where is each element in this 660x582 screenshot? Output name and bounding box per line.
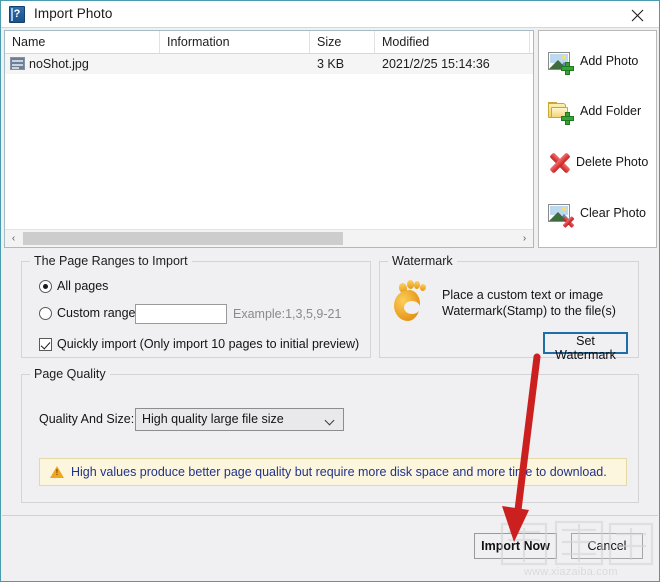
cell-modified: 2021/2/25 15:14:36 bbox=[382, 57, 490, 71]
clear-photo-label: Clear Photo bbox=[580, 206, 647, 220]
quickly-import-label[interactable]: Quickly import (Only import 10 pages to … bbox=[57, 337, 359, 351]
footer-bar: Import Now Cancel bbox=[2, 515, 658, 581]
chevron-down-icon bbox=[326, 417, 334, 422]
custom-range-radio[interactable] bbox=[39, 307, 52, 320]
footprint-icon bbox=[392, 279, 434, 323]
add-folder-button[interactable]: Add Folder bbox=[539, 93, 658, 133]
import-now-button[interactable]: Import Now bbox=[474, 533, 557, 559]
quality-notice-text: High values produce better page quality … bbox=[71, 465, 607, 479]
window-title: Import Photo bbox=[34, 6, 113, 21]
custom-range-label[interactable]: Custom range: bbox=[57, 306, 139, 320]
quality-size-select[interactable]: High quality large file size bbox=[135, 408, 344, 431]
page-quality-legend: Page Quality bbox=[30, 367, 110, 381]
add-photo-icon bbox=[548, 49, 574, 75]
scrollbar-thumb[interactable] bbox=[23, 232, 343, 245]
page-ranges-group: The Page Ranges to Import All pages Cust… bbox=[21, 254, 371, 358]
custom-range-example: Example:1,3,5,9-21 bbox=[233, 307, 342, 321]
all-pages-radio[interactable] bbox=[39, 280, 52, 293]
watermark-group: Watermark Place a custom text or image W… bbox=[379, 254, 639, 362]
custom-range-input[interactable] bbox=[135, 304, 227, 324]
column-header-name[interactable]: Name bbox=[5, 31, 160, 53]
clear-photo-button[interactable]: Clear Photo bbox=[539, 195, 658, 235]
scroll-left-arrow-icon[interactable]: ‹ bbox=[5, 230, 22, 247]
cell-information bbox=[160, 54, 310, 74]
column-header-modified[interactable]: Modified bbox=[375, 31, 530, 53]
quality-size-label: Quality And Size: bbox=[39, 412, 135, 426]
cancel-button[interactable]: Cancel bbox=[571, 533, 643, 559]
add-photo-button[interactable]: Add Photo bbox=[539, 43, 658, 83]
cell-size: 3 KB bbox=[317, 57, 345, 71]
table-row[interactable]: noShot.jpg 3 KB 2021/2/25 15:14:36 bbox=[5, 54, 533, 74]
quality-size-value: High quality large file size bbox=[142, 412, 284, 426]
close-icon bbox=[631, 9, 644, 22]
close-button[interactable] bbox=[615, 1, 659, 27]
file-list[interactable]: Name Information Size Modified I noShot.… bbox=[4, 30, 540, 248]
file-list-header: Name Information Size Modified I bbox=[5, 31, 540, 54]
watermark-legend: Watermark bbox=[388, 254, 457, 268]
cell-name: noShot.jpg bbox=[29, 57, 89, 71]
add-folder-label: Add Folder bbox=[580, 104, 642, 118]
scroll-right-arrow-icon[interactable]: › bbox=[516, 230, 533, 247]
clear-photo-icon bbox=[548, 201, 575, 229]
warning-triangle-icon bbox=[50, 466, 64, 478]
delete-photo-icon bbox=[548, 150, 574, 176]
page-quality-group: Page Quality Quality And Size: High qual… bbox=[21, 367, 639, 503]
help-document-icon bbox=[9, 6, 25, 23]
delete-photo-button[interactable]: Delete Photo bbox=[539, 144, 658, 184]
column-header-size[interactable]: Size bbox=[310, 31, 375, 53]
add-photo-label: Add Photo bbox=[580, 54, 639, 68]
quickly-import-checkbox[interactable] bbox=[39, 338, 52, 351]
quality-notice-bar: High values produce better page quality … bbox=[39, 458, 627, 486]
add-folder-icon bbox=[548, 99, 574, 125]
watermark-description-line1: Place a custom text or image bbox=[442, 288, 604, 302]
set-watermark-button[interactable]: Set Watermark bbox=[543, 332, 628, 362]
import-photo-dialog: Import Photo Name Information Size Modif… bbox=[0, 0, 660, 582]
horizontal-scrollbar[interactable]: ‹ › bbox=[5, 229, 533, 247]
page-ranges-legend: The Page Ranges to Import bbox=[30, 254, 192, 268]
delete-photo-label: Delete Photo bbox=[576, 155, 649, 169]
action-panel: Add Photo Add Folder Delete Photo Clear … bbox=[538, 30, 657, 248]
title-bar: Import Photo bbox=[1, 1, 659, 28]
column-header-information[interactable]: Information bbox=[160, 31, 310, 53]
all-pages-label[interactable]: All pages bbox=[57, 279, 108, 293]
watermark-description-line2: Watermark(Stamp) to the file(s) bbox=[442, 304, 616, 318]
